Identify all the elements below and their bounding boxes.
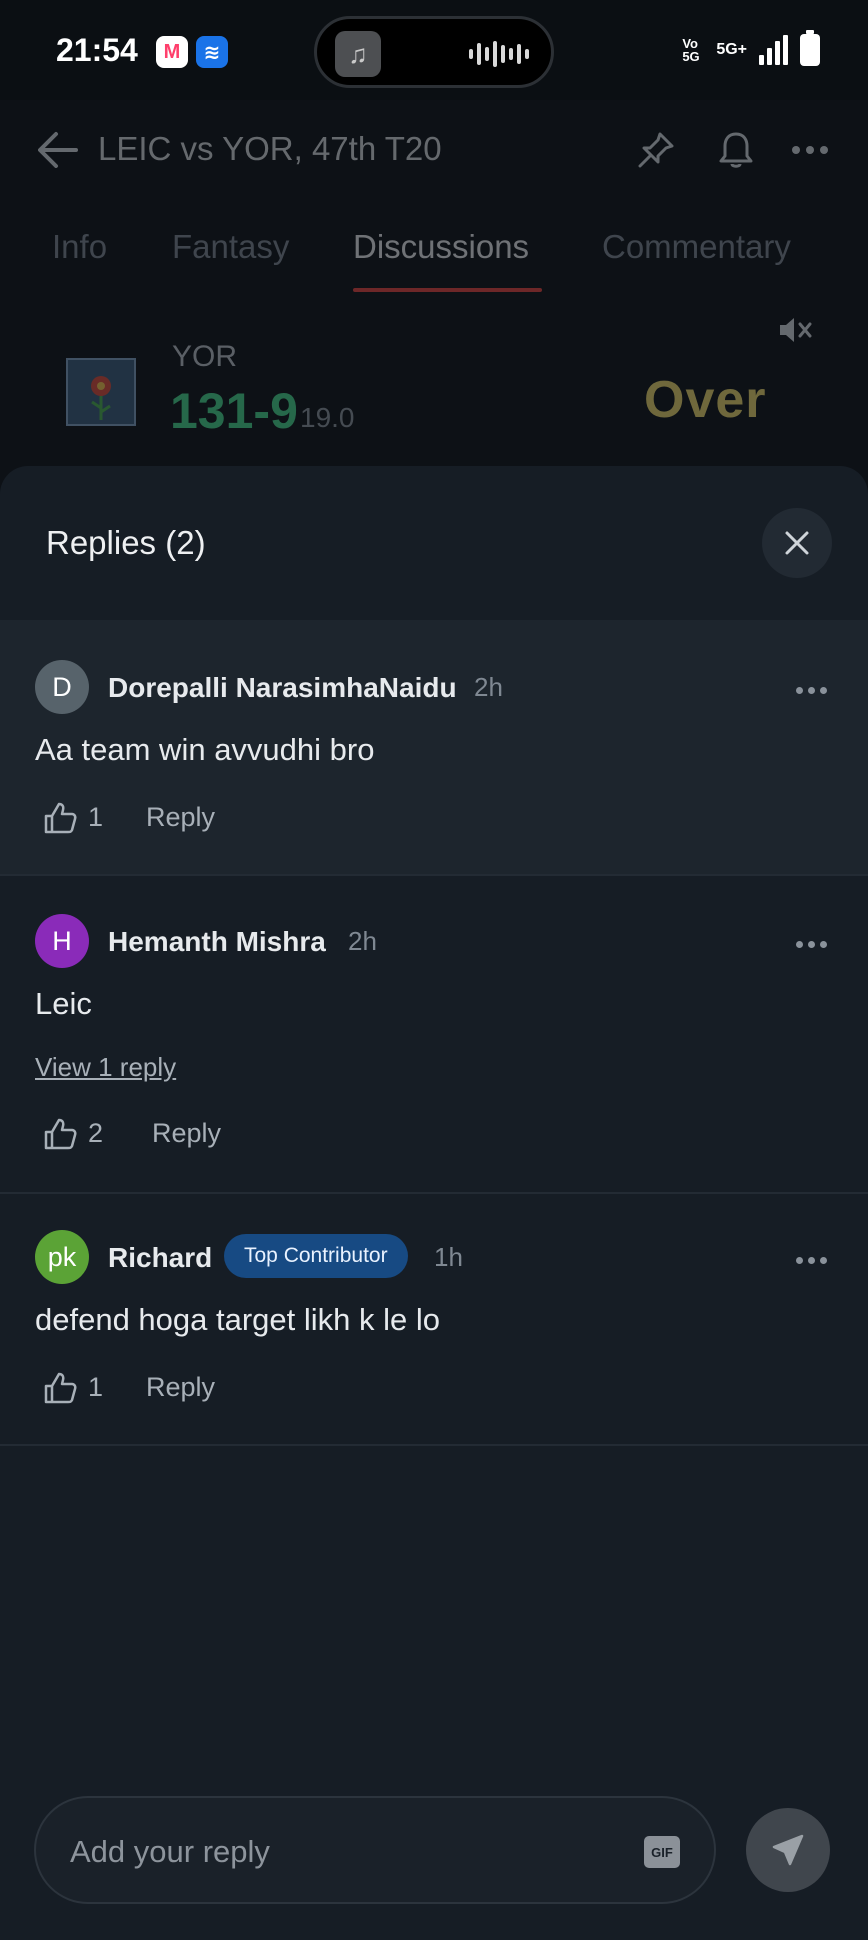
clock: 21:54 [56,32,138,68]
more-options-icon[interactable] [790,130,830,170]
comment-item: D Dorepalli NarasimhaNaidu 2h Aa team wi… [0,620,868,876]
team-flag-icon [66,358,136,426]
back-arrow-icon[interactable] [36,128,80,172]
close-icon [785,531,809,555]
comment-time: 2h [348,926,377,956]
sheet-title: Replies (2) [46,524,206,561]
avatar[interactable]: pk [35,1230,89,1284]
team-code: YOR [172,340,238,373]
comment-text: defend hoga target likh k le lo [35,1302,440,1337]
send-icon [772,1834,804,1866]
reply-input[interactable] [70,1824,630,1880]
tab-discussions[interactable]: Discussions [353,228,529,266]
comment-time: 1h [434,1242,463,1272]
comment-item: pk Richard Top Contributor 1h defend hog… [0,1194,868,1446]
tab-fantasy[interactable]: Fantasy [172,228,289,266]
comment-text: Aa team win avvudhi bro [35,732,375,767]
network-type-label: 5G+ [716,41,747,58]
replies-sheet: Replies (2) D Dorepalli NarasimhaNaidu 2… [0,466,868,1940]
reply-composer: GIF [34,1796,716,1904]
comment-more-icon[interactable] [796,934,830,954]
thumbs-up-icon[interactable] [42,1370,78,1406]
comment-more-icon[interactable] [796,680,830,700]
system-icons: Vo 5G 5G+ [682,30,820,66]
team-overs: 19.0 [300,402,355,433]
dynamic-island[interactable]: ♫ [314,16,554,88]
like-count: 2 [88,1118,104,1148]
music-note-icon: ♫ [335,31,381,77]
team-runs: 131-9 [170,383,298,439]
myntra-notification-icon: M [156,36,188,68]
reply-button[interactable]: Reply [146,802,215,833]
reply-button[interactable]: Reply [152,1118,221,1149]
match-title: LEIC vs YOR, 47th T20 [98,130,442,167]
top-contributor-badge: Top Contributor [224,1234,408,1278]
close-button[interactable] [762,508,832,578]
comment-item: H Hemanth Mishra 2h Leic View 1 reply 2 … [0,876,868,1194]
thumbs-up-icon[interactable] [42,1116,78,1152]
pin-icon[interactable] [636,130,676,170]
mute-icon[interactable] [774,310,814,350]
thumbs-up-icon[interactable] [42,800,78,836]
gif-button[interactable]: GIF [644,1836,680,1868]
match-tabs: Info Fantasy Discussions Commentary [0,220,868,300]
signal-icon [759,35,788,65]
like-count: 1 [88,802,104,832]
comment-more-icon[interactable] [796,1250,830,1270]
over-status: Over [644,371,767,429]
volte-icon: Vo 5G [682,36,700,64]
avatar[interactable]: H [35,914,89,968]
bell-icon[interactable] [716,130,756,170]
view-replies-link[interactable]: View 1 reply [35,1052,176,1083]
reply-button[interactable]: Reply [146,1372,215,1403]
send-button[interactable] [746,1808,830,1892]
comment-author[interactable]: Dorepalli NarasimhaNaidu [108,672,457,704]
comment-author[interactable]: Hemanth Mishra [108,926,326,958]
wifi-notification-icon: ≋ [196,36,228,68]
comment-author[interactable]: Richard [108,1242,212,1274]
status-bar: 21:54 M ≋ ♫ Vo 5G 5G+ [0,0,868,100]
tab-info[interactable]: Info [52,228,107,266]
active-tab-indicator [353,288,542,292]
avatar[interactable]: D [35,660,89,714]
battery-icon [800,30,820,66]
like-count: 1 [88,1372,104,1402]
match-header: LEIC vs YOR, 47th T20 [0,110,868,190]
comment-text: Leic [35,986,92,1021]
score-card: YOR 131-9 19.0 Over [0,310,868,460]
audio-waveform-icon [469,41,529,67]
tab-commentary[interactable]: Commentary [602,228,791,266]
comment-time: 2h [474,672,503,702]
